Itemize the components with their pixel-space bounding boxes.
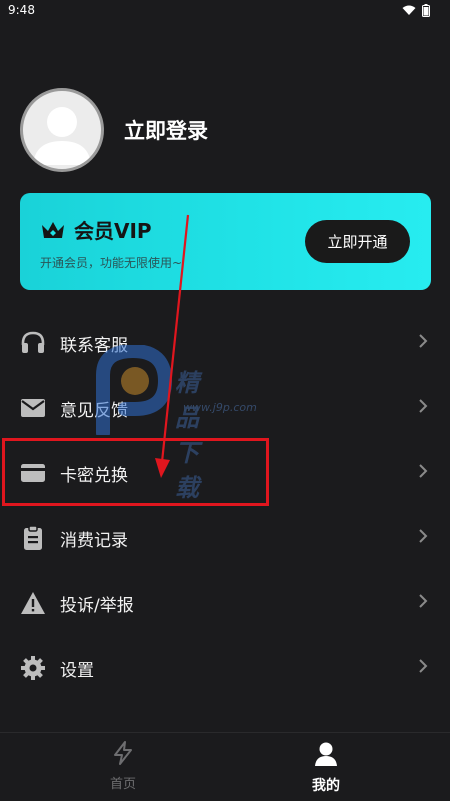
person-icon [315, 742, 337, 766]
annotation-arrow [155, 214, 190, 478]
tab-home[interactable]: 首页 [63, 741, 183, 792]
tab-label: 我的 [312, 778, 340, 794]
bolt-icon [114, 741, 132, 765]
bottom-tab-bar: 首页 我的 [0, 732, 450, 801]
tab-mine[interactable]: 我的 [266, 741, 386, 795]
tab-label: 首页 [109, 777, 136, 792]
